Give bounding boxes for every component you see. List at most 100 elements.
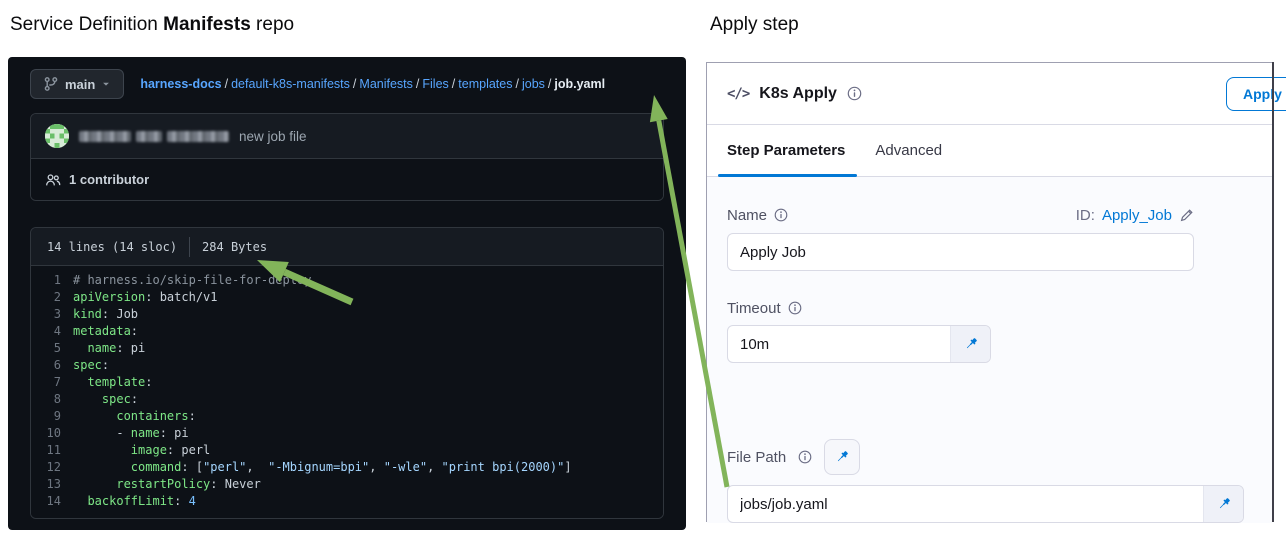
code-line: 7 template: [31,374,663,391]
code-line: 3 kind: Job [31,306,663,323]
left-title-highlight: Manifests [163,14,251,35]
branch-selector-button[interactable]: main [30,69,125,99]
contributors-link[interactable]: 1 contributor [31,158,663,200]
timeout-input-group [727,325,991,363]
line-number[interactable]: 14 [31,493,61,510]
pin-icon [1219,498,1230,509]
info-icon[interactable] [774,208,788,222]
breadcrumb-segment-link[interactable]: Manifests [359,77,413,91]
code-line: 11 image: perl [31,442,663,459]
step-title: K8s Apply [759,84,837,102]
k8s-apply-step-panel: </> K8s Apply Apply Step Parameters Adva… [706,62,1286,523]
pin-icon [966,338,977,349]
file-path-pin-button[interactable] [824,439,861,475]
step-tabs: Step Parameters Advanced [707,125,1272,177]
file-path-input-group [727,485,1244,523]
file-path-field-pin-button[interactable] [1203,486,1243,522]
file-path-input[interactable] [728,486,1203,522]
name-input[interactable] [727,233,1194,271]
file-path-label-row: File Path [727,439,1252,475]
file-size-info: 284 Bytes [202,239,268,254]
line-number[interactable]: 13 [31,476,61,493]
breadcrumb: harness-docs / default-k8s-manifests / Manif… [140,77,605,91]
contributors-label: 1 contributor [69,172,150,187]
screenshot-stage: Service Definition Manifests repo Apply … [0,0,1286,537]
line-number[interactable]: 4 [31,323,61,340]
code-line: 12 command: ["perl", "-Mbignum=bpi", "-w… [31,459,663,476]
left-title-suffix: repo [250,14,295,35]
file-content-box: 14 lines (14 sloc) 284 Bytes 1 # harness.… [30,227,664,519]
file-path-label: File Path [727,448,787,466]
line-number[interactable]: 12 [31,459,61,476]
tab-step-parameters[interactable]: Step Parameters [727,142,845,159]
timeout-pin-button[interactable] [950,326,990,362]
pin-icon [838,451,849,462]
timeout-label: Timeout [727,299,781,317]
git-branch-icon [43,76,59,92]
code-line: 8 spec: [31,391,663,408]
name-label-row: Name ID: Apply_Job [727,203,1194,227]
line-number[interactable]: 3 [31,306,61,323]
breadcrumb-segment-link[interactable]: default-k8s-manifests [231,77,350,91]
line-number[interactable]: 10 [31,425,61,442]
people-icon [45,172,61,188]
commit-message[interactable]: new job file [239,129,307,144]
left-figure-title: Service Definition Manifests repo [10,14,294,36]
file-lines-info: 14 lines (14 sloc) [47,239,178,254]
code-line: 9 containers: [31,408,663,425]
timeout-label-row: Timeout [727,297,1252,319]
code-line: 6 spec: [31,357,663,374]
code-line: 13 restartPolicy: Never [31,476,663,493]
code-line: 14 backoffLimit: 4 [31,493,663,510]
id-label: ID: [1075,206,1095,224]
breadcrumb-separator: / [352,77,357,91]
file-info-divider [189,236,191,257]
breadcrumb-separator: / [224,77,229,91]
step-panel-header: </> K8s Apply Apply [707,63,1286,125]
apply-changes-button[interactable]: Apply [1226,77,1286,111]
breadcrumb-repo-link[interactable]: harness-docs [140,77,221,91]
breadcrumb-separator: / [451,77,456,91]
breadcrumb-separator: / [547,77,552,91]
avatar[interactable] [45,124,69,148]
code-line: 10 - name: pi [31,425,663,442]
code-line: 1 # harness.io/skip-file-for-deploy [31,272,663,289]
file-info-bar: 14 lines (14 sloc) 284 Bytes [31,228,663,266]
code-lines: 1 # harness.io/skip-file-for-deploy 2 apiVe… [31,266,663,518]
code-step-icon: </> [727,85,750,102]
line-number[interactable]: 11 [31,442,61,459]
github-file-header: main harness-docs / default-k8s-manifests /… [30,67,664,101]
line-number[interactable]: 7 [31,374,61,391]
chevron-down-icon [101,79,111,89]
left-title-prefix: Service Definition [10,14,164,35]
branch-name-label: main [65,76,96,92]
breadcrumb-segment-link[interactable]: templates [458,77,512,91]
line-number[interactable]: 8 [31,391,61,408]
github-file-panel: main harness-docs / default-k8s-manifests /… [8,57,686,530]
line-number[interactable]: 2 [31,289,61,306]
info-icon[interactable] [798,450,812,464]
breadcrumb-segment-link[interactable]: Files [422,77,448,91]
name-label: Name [727,206,768,224]
line-number[interactable]: 1 [31,272,61,289]
info-icon[interactable] [788,301,802,315]
tab-advanced[interactable]: Advanced [875,142,942,159]
commit-author-redacted [79,130,229,142]
step-parameters-form: Name ID: Apply_Job Apply Job Timeout 10m… [707,177,1272,523]
edit-pencil-icon[interactable] [1179,208,1194,223]
breadcrumb-current-file: job.yaml [554,77,606,91]
info-icon[interactable] [847,86,862,101]
step-id-link[interactable]: Apply_Job [1102,207,1172,224]
latest-commit-row: new job file [31,114,663,158]
breadcrumb-segment-link[interactable]: jobs [522,77,545,91]
line-number[interactable]: 5 [31,340,61,357]
timeout-input[interactable] [728,326,950,362]
breadcrumb-separator: / [515,77,519,91]
code-line: 4 metadata: [31,323,663,340]
right-figure-title: Apply step [710,14,799,35]
code-line: 5 name: pi [31,340,663,357]
code-line: 2 apiVersion: batch/v1 [31,289,663,306]
line-number[interactable]: 6 [31,357,61,374]
latest-commit-box: new job file 1 contributor [30,113,664,201]
line-number[interactable]: 9 [31,408,61,425]
